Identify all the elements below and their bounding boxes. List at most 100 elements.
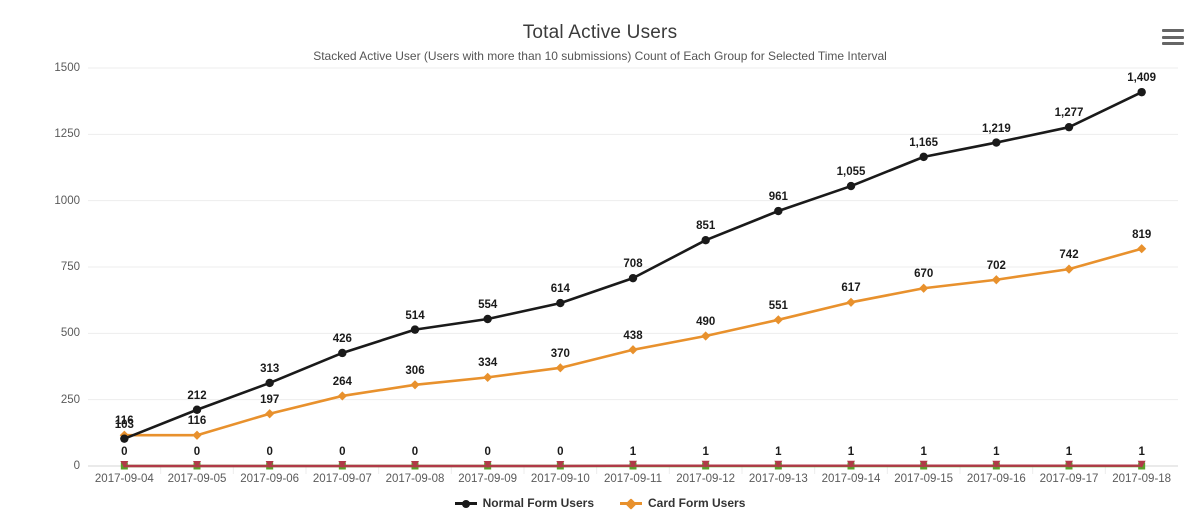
x-axis-tick-label: 2017-09-18	[1112, 473, 1172, 485]
data-point-label: 0	[121, 446, 128, 458]
data-point-marker[interactable]	[556, 298, 565, 308]
data-point-label: 313	[260, 362, 280, 375]
x-axis-tick-label: 2017-09-14	[821, 473, 881, 485]
legend-item[interactable]: Card Form Users	[620, 496, 745, 510]
x-axis-tick-label: 2017-09-15	[894, 473, 954, 485]
data-point-label: 0	[339, 446, 346, 458]
data-point-marker[interactable]	[701, 236, 710, 245]
y-axis-tick-label: 1500	[54, 62, 80, 74]
data-point-label: 708	[623, 258, 643, 271]
x-axis-tick-label: 2017-09-05	[167, 473, 227, 485]
data-point-label: 1	[920, 445, 927, 458]
data-point-marker[interactable]	[410, 325, 420, 334]
data-point-label: 1	[993, 445, 1000, 458]
data-point-marker[interactable]	[1064, 122, 1074, 132]
x-axis-tick-label: 2017-09-17	[1039, 473, 1099, 485]
data-point-marker[interactable]	[338, 348, 347, 358]
chart-container: Total Active Users Stacked Active User (…	[0, 0, 1200, 528]
menu-line-3	[1162, 42, 1184, 45]
y-axis-tick-label: 750	[60, 261, 80, 273]
data-point-label: 1,219	[981, 122, 1011, 135]
data-point-label: 1,165	[909, 136, 939, 149]
data-point-marker[interactable]	[483, 314, 492, 324]
x-axis-tick-label: 2017-09-16	[966, 473, 1026, 485]
data-point-label: 614	[550, 283, 570, 296]
data-point-marker[interactable]	[701, 331, 711, 341]
data-point-marker[interactable]	[774, 206, 783, 216]
data-point-label: 370	[550, 347, 570, 360]
data-point-label: 0	[557, 446, 564, 458]
data-point-label: 212	[187, 389, 207, 402]
data-point-marker[interactable]	[1137, 87, 1146, 97]
data-point-marker[interactable]	[846, 297, 856, 307]
hamburger-menu-icon[interactable]	[1162, 28, 1186, 46]
data-point-label: 490	[696, 315, 716, 328]
data-point-marker[interactable]	[483, 372, 493, 382]
data-point-marker[interactable]	[410, 380, 420, 390]
legend-label: Card Form Users	[648, 496, 746, 510]
data-point-marker[interactable]	[265, 409, 275, 419]
x-axis-tick-label: 2017-09-08	[385, 473, 445, 485]
data-point-label: 1	[1065, 445, 1073, 458]
chart-title: Total Active Users	[522, 22, 678, 43]
data-point-label: 554	[478, 299, 498, 311]
data-point-marker[interactable]	[991, 275, 1001, 285]
legend-marker-icon	[620, 497, 642, 510]
data-point-label: 514	[405, 309, 425, 322]
x-axis-tick-label: 2017-09-12	[676, 473, 736, 485]
x-axis-tick-label: 2017-09-07	[312, 473, 372, 485]
data-point-label: 617	[841, 282, 861, 295]
data-point-marker[interactable]	[919, 283, 929, 293]
data-point-label: 103	[114, 418, 134, 431]
data-point-label: 1	[847, 445, 855, 458]
data-point-label: 851	[696, 220, 716, 233]
x-axis-tick-label: 2017-09-10	[530, 473, 590, 485]
data-point-label: 702	[986, 259, 1006, 272]
y-axis-tick-label: 250	[60, 393, 80, 406]
y-axis-tick-label: 1250	[54, 128, 80, 141]
data-point-label: 116	[187, 415, 207, 428]
data-point-label: 670	[914, 268, 934, 281]
data-point-marker[interactable]	[120, 434, 129, 443]
data-point-label: 438	[623, 329, 643, 342]
data-point-marker[interactable]	[192, 430, 202, 440]
data-point-label: 0	[411, 446, 419, 458]
data-point-label: 1,055	[836, 166, 866, 179]
data-point-marker[interactable]	[628, 273, 638, 283]
data-point-label: 1	[629, 445, 637, 458]
data-point-label: 0	[266, 446, 273, 458]
data-point-marker[interactable]	[773, 315, 783, 325]
data-point-label: 1,277	[1054, 107, 1084, 120]
x-axis-tick-label: 2017-09-11	[604, 473, 662, 485]
data-point-marker[interactable]	[992, 138, 1001, 147]
x-axis-tick-labels: 2017-09-04 2017-09-05 2017-09-06 2017-09-07…	[88, 470, 1178, 494]
data-point-label: 819	[1132, 228, 1152, 241]
data-point-label: 551	[768, 299, 788, 312]
data-point-marker[interactable]	[1064, 264, 1074, 274]
data-point-marker[interactable]	[265, 378, 274, 388]
data-point-label: 742	[1059, 249, 1079, 262]
data-point-marker[interactable]	[192, 405, 202, 414]
y-axis-tick-label: 0	[73, 460, 80, 472]
y-axis-tick-labels: 0 250 500 750 1000 1250 1500	[28, 62, 80, 472]
data-point-label: 426	[332, 332, 352, 345]
y-axis-tick-label: 500	[60, 327, 80, 340]
data-point-label: 0	[484, 446, 491, 458]
x-axis-tick-label: 2017-09-09	[458, 473, 518, 485]
legend-marker-icon	[454, 497, 477, 509]
x-axis-tick-label: 2017-09-04	[94, 473, 154, 485]
legend-label: Normal Form Users	[482, 496, 594, 510]
data-point-marker[interactable]	[1137, 244, 1147, 254]
data-point-label: 197	[260, 393, 280, 406]
data-point-label: 1	[1138, 445, 1145, 458]
data-point-label: 1	[702, 445, 709, 458]
chart-subtitle: Stacked Active User (Users with more tha…	[313, 49, 887, 63]
data-point-marker[interactable]	[846, 181, 856, 191]
data-point-label: 1	[775, 445, 782, 458]
data-point-marker[interactable]	[919, 152, 928, 162]
plot-area: 0 0 0 0 0 0 0 1 1 1 1 1 1 1 1 116 116 197 264 306 334 370 438 4…	[88, 67, 1178, 474]
legend-item[interactable]: Normal Form Users	[454, 496, 594, 510]
data-point-marker[interactable]	[628, 345, 638, 355]
chart-legend: Normal Form Users Card Form Users	[0, 496, 1200, 510]
data-point-marker[interactable]	[555, 363, 565, 373]
